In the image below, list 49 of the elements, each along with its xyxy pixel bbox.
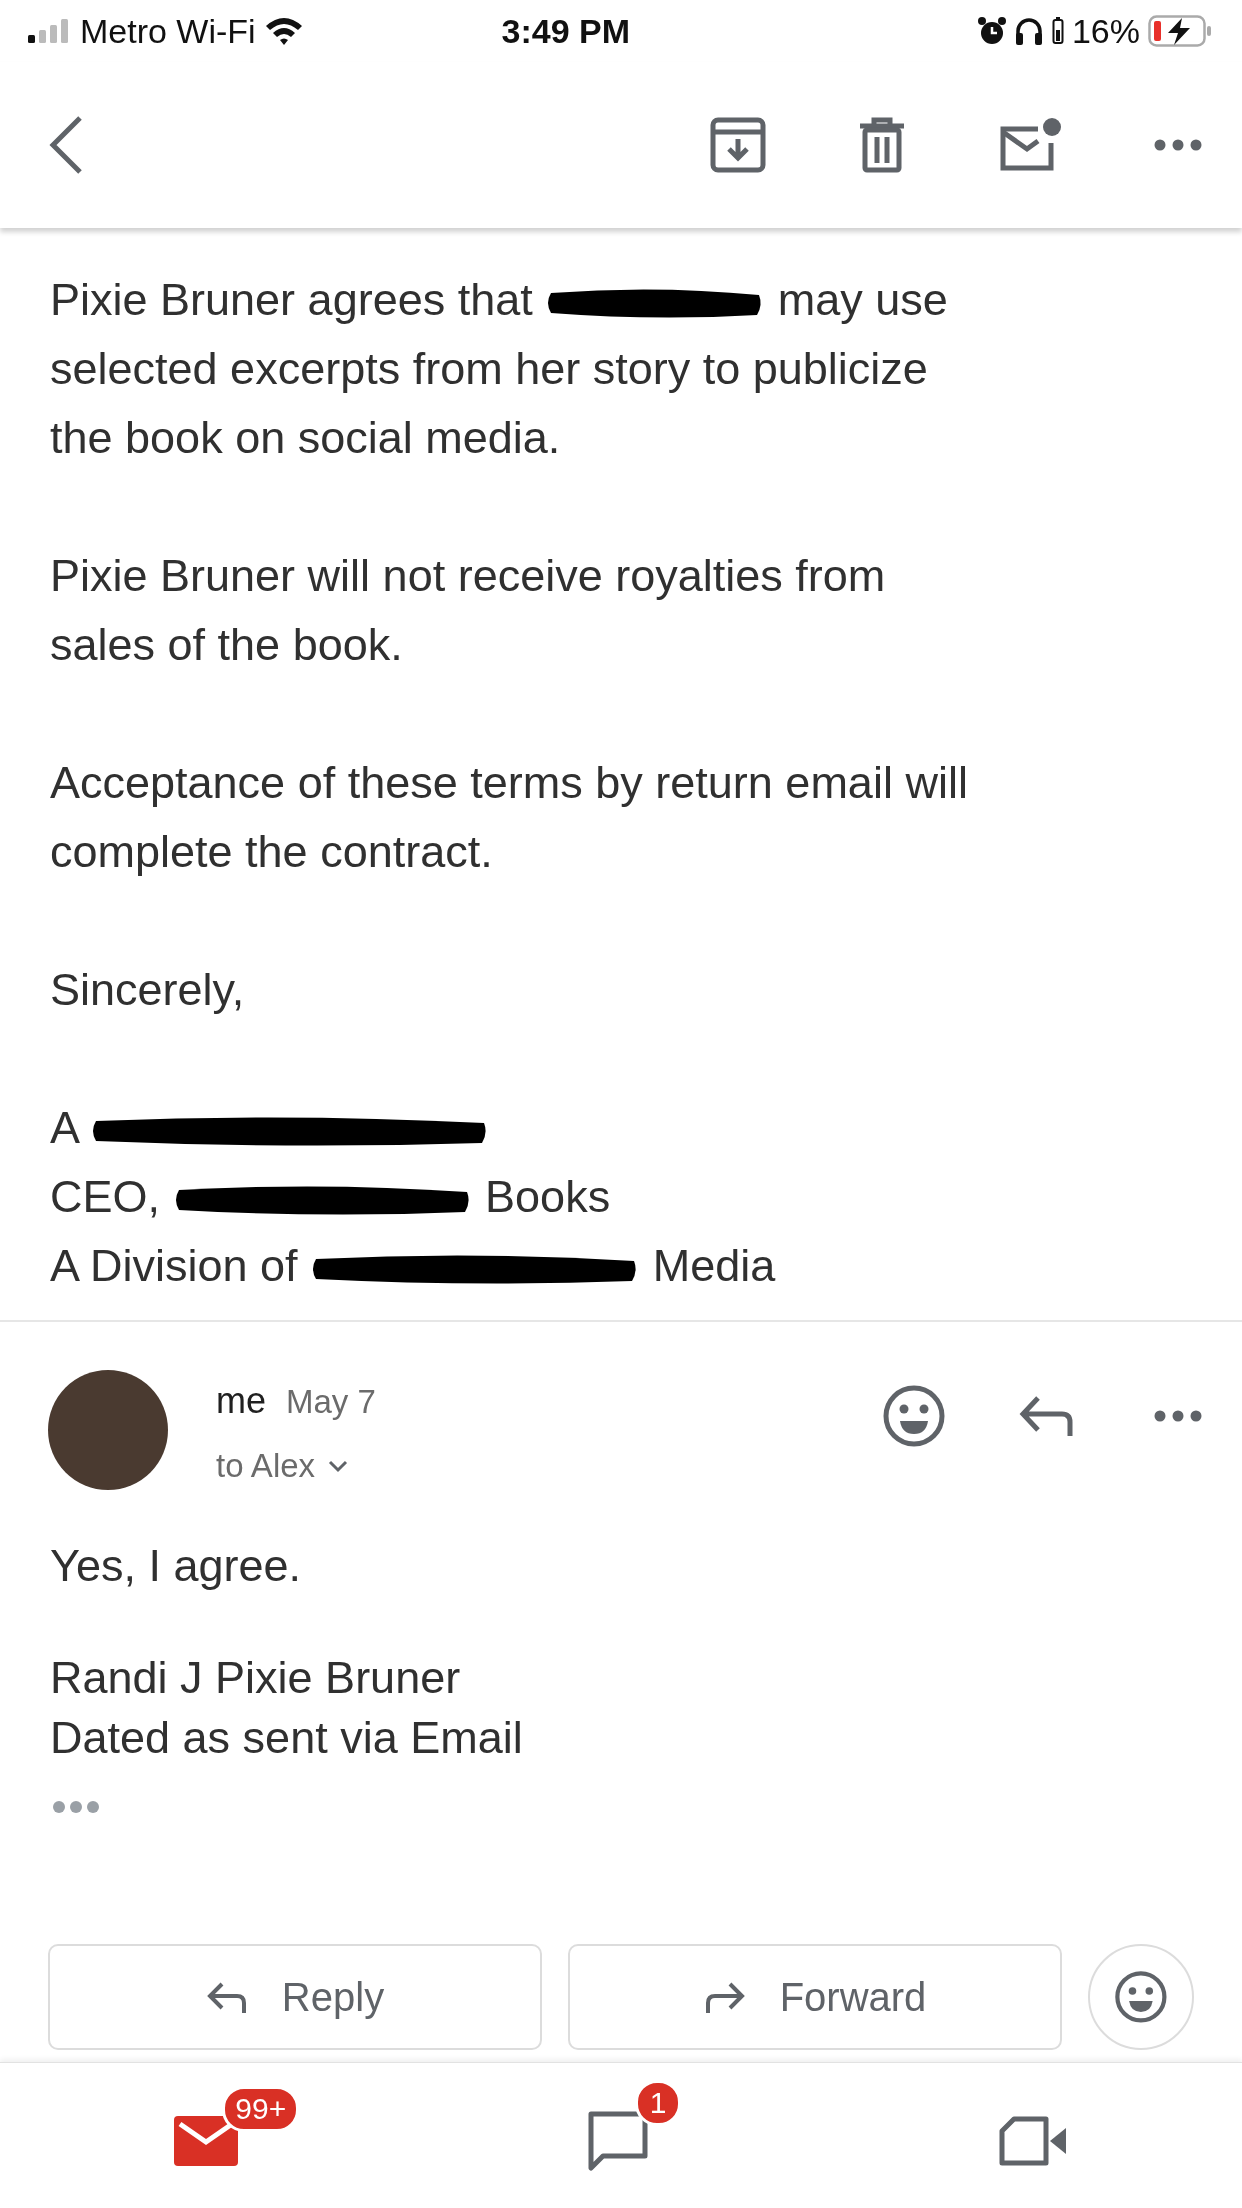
message-text: CEO, [50,1171,161,1222]
trash-icon [858,117,906,173]
message-text: Yes, I agree. [50,1539,302,1593]
small-battery-icon [1051,17,1064,45]
message-text: Randi J Pixie Bruner Dated as sent via Email [50,1651,524,1765]
smiley-icon [882,1384,946,1448]
message-date: May 7 [286,1382,376,1422]
charging-battery-icon [1148,15,1212,47]
chevron-down-icon [327,1459,350,1473]
more-options-button[interactable] [1154,1410,1202,1422]
delete-button[interactable] [858,117,906,173]
message-text: Media [652,1240,776,1291]
add-reaction-button[interactable] [882,1384,946,1448]
forward-button[interactable]: Forward [568,1944,1062,2050]
ellipsis-icon [52,1800,100,1814]
nav-video-tab[interactable] [997,2115,1068,2166]
smiley-icon [1114,1970,1168,2024]
back-button[interactable] [48,115,84,175]
archive-icon [710,117,766,173]
archive-button[interactable] [710,117,766,173]
message-text: Pixie Bruner will not receive royalties from sales of the book. [50,549,887,672]
show-trimmed-content-button[interactable] [52,1800,100,1814]
mark-unread-button[interactable] [998,117,1062,173]
chat-bubble-icon [587,2109,649,2172]
message-text: Books [485,1171,611,1222]
message-text: Pixie Bruner agrees that [50,274,533,325]
more-options-button[interactable] [1154,139,1202,151]
message-text: selected excerpts from her story to publicize the book on social media. [50,342,929,465]
video-camera-icon [997,2115,1068,2166]
more-icon [1154,1410,1202,1422]
sender-name: me [216,1379,266,1423]
reply-button[interactable] [1018,1394,1074,1438]
reply-arrow-icon [1018,1394,1074,1438]
message-text: Sincerely, [50,964,245,1015]
reply-button[interactable]: Reply [48,1944,542,2050]
headphones-icon [1013,17,1044,45]
message-text: A Division of [50,1240,298,1291]
clock-time: 3:49 PM [500,10,632,52]
more-icon [1154,139,1202,151]
battery-percentage: 16% [1071,10,1140,52]
alarm-icon [977,16,1006,46]
nav-chat-tab[interactable] [587,2109,649,2172]
mail-unread-icon [998,117,1062,173]
message-text: A [50,1102,78,1153]
message-text: may use [777,274,948,325]
carrier-name: Metro Wi-Fi [80,10,256,52]
message-text: Acceptance of these terms by return email will complete the contract. [50,756,969,879]
back-icon [48,115,84,175]
recipient-dropdown[interactable]: to Alex [216,1446,350,1486]
